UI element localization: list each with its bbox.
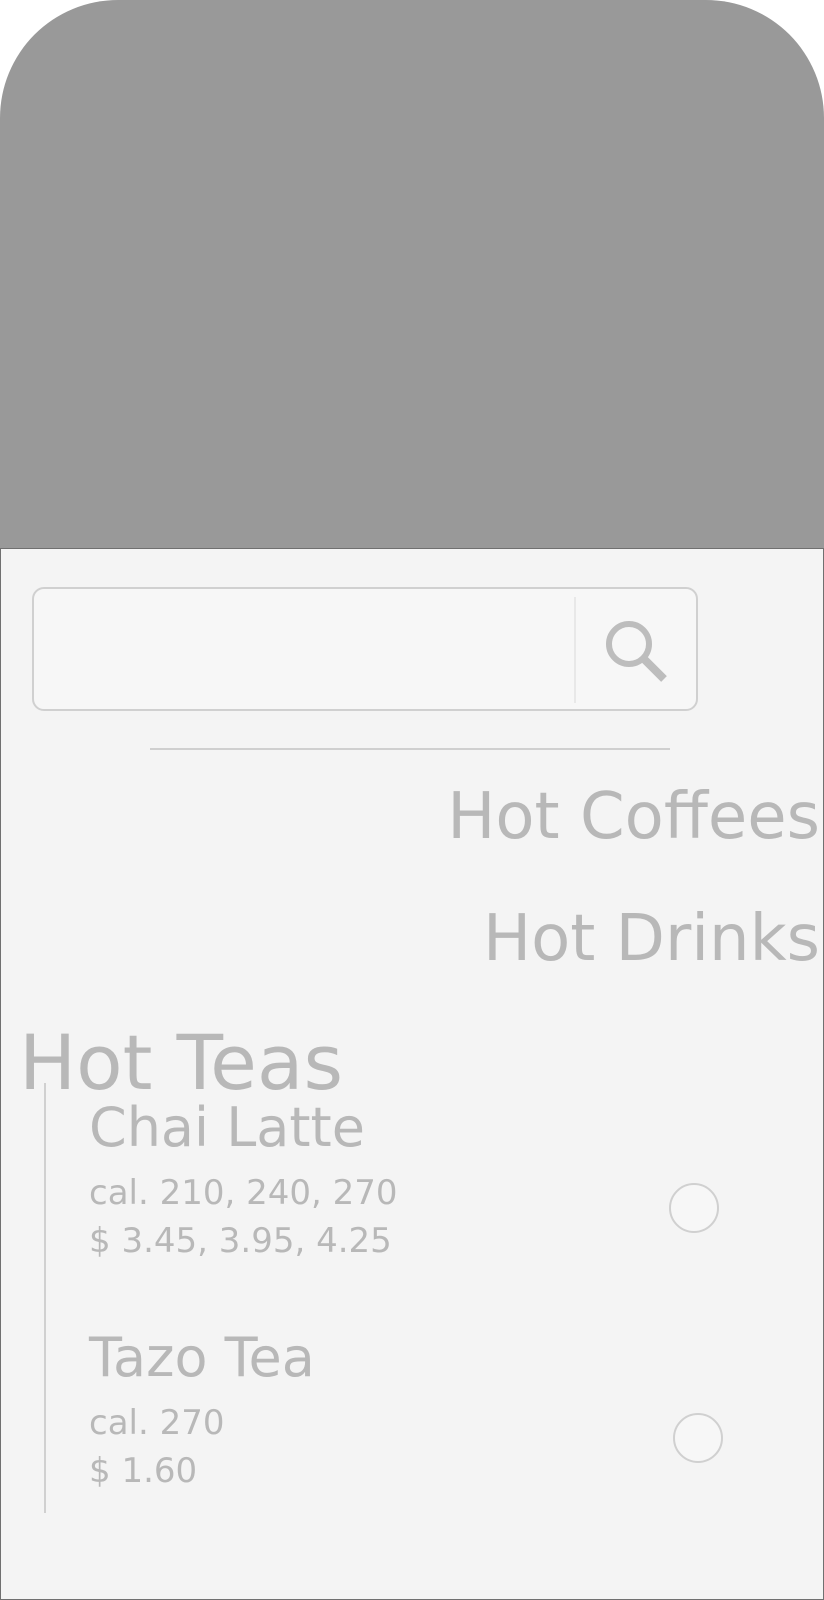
search-input[interactable] [44, 599, 578, 701]
search-button[interactable] [578, 589, 696, 709]
menu-panel: Hot Coffees Hot Drinks Hot Teas Chai Lat… [0, 548, 824, 1600]
search-divider [574, 597, 576, 703]
search-icon [606, 621, 667, 682]
item-calories: cal. 210, 240, 270 [89, 1173, 398, 1213]
item-calories: cal. 270 [89, 1403, 225, 1443]
menu-item-chai-latte[interactable]: Chai Latte cal. 210, 240, 270 $ 3.45, 3.… [89, 1095, 749, 1291]
search-separator [150, 748, 670, 750]
item-price: $ 1.60 [89, 1451, 198, 1491]
category-hot-drinks[interactable]: Hot Drinks [483, 899, 820, 979]
select-radio[interactable] [669, 1183, 719, 1233]
item-price: $ 3.45, 3.95, 4.25 [89, 1221, 392, 1261]
app-screen: Hot Coffees Hot Drinks Hot Teas Chai Lat… [0, 0, 824, 1600]
item-name: Chai Latte [89, 1096, 365, 1159]
item-name: Tazo Tea [89, 1326, 315, 1389]
category-hot-coffees[interactable]: Hot Coffees [447, 777, 820, 857]
header-area [0, 0, 824, 548]
menu-item-tazo-tea[interactable]: Tazo Tea cal. 270 $ 1.60 [89, 1325, 749, 1521]
select-radio[interactable] [673, 1413, 723, 1463]
search-bar [32, 587, 698, 711]
items-vertical-line [44, 1083, 46, 1513]
